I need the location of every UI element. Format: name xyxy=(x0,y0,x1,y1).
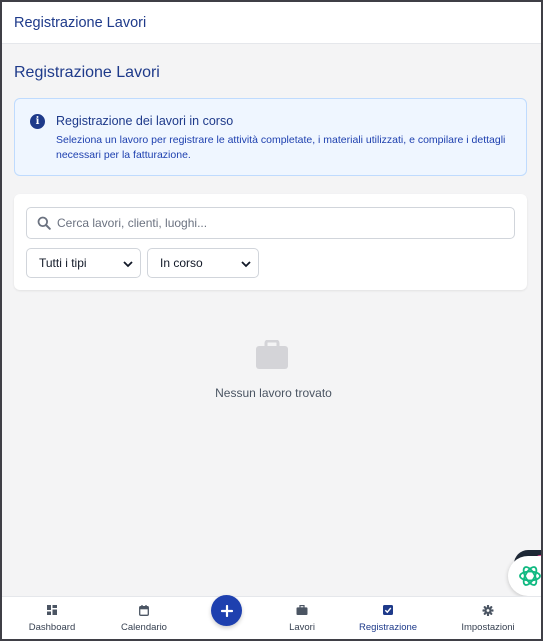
app-window: Registrazione Lavori Registrazione Lavor… xyxy=(0,0,543,641)
type-filter-value: Tutti i tipi xyxy=(39,256,87,270)
nav-item-calendario[interactable]: Calendario xyxy=(94,597,194,639)
add-job-button[interactable] xyxy=(211,595,242,626)
gear-icon xyxy=(482,605,494,616)
nav-label-dashboard: Dashboard xyxy=(28,622,76,633)
bottom-nav: Dashboard Calendario Lavori Registrazion… xyxy=(2,596,541,639)
type-filter-select[interactable]: Tutti i tipi xyxy=(26,248,141,278)
search-input[interactable] xyxy=(57,208,507,238)
nav-item-registrazione[interactable]: Registrazione xyxy=(338,597,438,639)
briefcase-icon xyxy=(296,605,308,615)
search-icon xyxy=(37,216,51,230)
filter-card: Tutti i tipi In corso xyxy=(14,194,527,290)
chevron-down-icon xyxy=(241,261,251,268)
nav-label-calendario: Calendario xyxy=(121,622,167,633)
assistant-icon xyxy=(519,566,541,586)
check-square-icon xyxy=(383,605,393,615)
nav-item-lavori[interactable]: Lavori xyxy=(252,597,352,639)
info-title: Registrazione dei lavori in corso xyxy=(56,114,234,128)
nav-label-impostazioni: Impostazioni xyxy=(461,622,515,633)
info-icon: i xyxy=(30,114,45,129)
search-box[interactable] xyxy=(26,207,515,239)
chevron-down-icon xyxy=(123,261,133,268)
assistant-button[interactable] xyxy=(508,556,541,596)
nav-label-registrazione: Registrazione xyxy=(358,622,418,633)
info-text: Seleziona un lavoro per registrare le at… xyxy=(56,134,506,161)
nav-item-dashboard[interactable]: Dashboard xyxy=(2,597,102,639)
briefcase-icon xyxy=(256,340,288,369)
plus-icon xyxy=(220,604,233,617)
top-bar: Registrazione Lavori xyxy=(2,2,541,44)
nav-item-impostazioni[interactable]: Impostazioni xyxy=(438,597,538,639)
app-title: Registrazione Lavori xyxy=(14,14,147,31)
empty-state-text: Nessun lavoro trovato xyxy=(215,386,332,400)
status-filter-value: In corso xyxy=(160,256,203,270)
status-filter-select[interactable]: In corso xyxy=(147,248,259,278)
page-title: Registrazione Lavori xyxy=(14,64,160,81)
grid-icon xyxy=(47,605,57,615)
calendar-icon xyxy=(139,605,149,616)
nav-label-lavori: Lavori xyxy=(289,622,315,633)
info-banner: i Registrazione dei lavori in corso Sele… xyxy=(14,98,527,176)
